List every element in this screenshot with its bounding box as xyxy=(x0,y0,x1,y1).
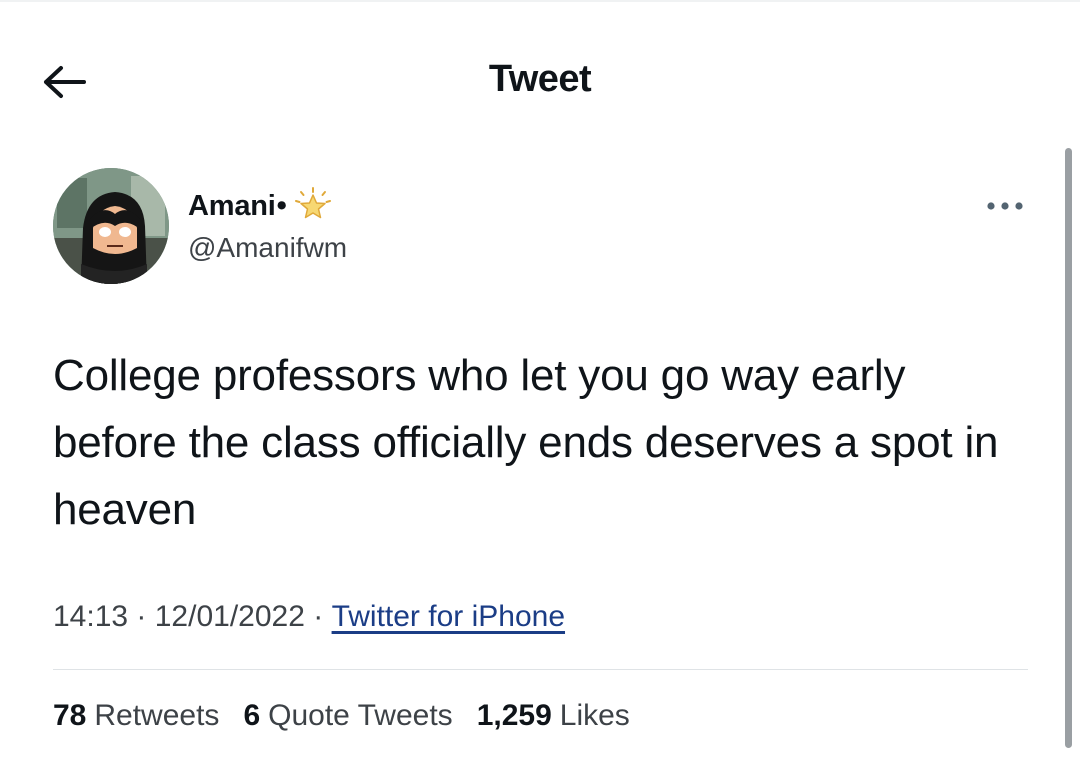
meta-separator: · xyxy=(304,600,332,633)
avatar-image xyxy=(53,168,169,284)
tweet-date: 12/01/2022 xyxy=(154,600,305,633)
quote-tweets-label: Quote Tweets xyxy=(268,699,453,732)
sparkle-star-icon xyxy=(293,186,333,226)
retweets-count: 78 xyxy=(53,699,87,732)
name-suffix: • xyxy=(276,189,287,222)
more-horizontal-icon xyxy=(987,202,1023,210)
tweet-time: 14:13 xyxy=(53,600,129,633)
likes-stat[interactable]: 1,259 Likes xyxy=(477,699,630,733)
tweet-text: College professors who let you go way ea… xyxy=(53,351,999,534)
tweet-stats: 78 Retweets 6 Quote Tweets 1,259 Likes xyxy=(53,699,654,733)
more-options-button[interactable] xyxy=(982,186,1028,226)
meta-separator: · xyxy=(128,600,155,633)
divider xyxy=(53,669,1028,670)
quote-tweets-count: 6 xyxy=(243,699,261,732)
display-name: Amani xyxy=(188,189,276,222)
page-title: Tweet xyxy=(488,58,592,100)
user-handle[interactable]: @Amanifwm xyxy=(188,232,347,264)
likes-count: 1,259 xyxy=(476,699,552,732)
quote-tweets-stat[interactable]: 6 Quote Tweets xyxy=(243,699,452,733)
top-edge-rule xyxy=(0,0,1080,2)
scrollbar[interactable] xyxy=(1065,148,1072,748)
display-name-row[interactable]: Amani • xyxy=(188,186,333,226)
retweets-label: Retweets xyxy=(94,699,220,732)
tweet-meta: 14:13 · 12/01/2022 · Twitter for iPhone xyxy=(53,600,565,634)
likes-label: Likes xyxy=(559,699,630,732)
retweets-stat[interactable]: 78 Retweets xyxy=(53,699,219,733)
tweet-source-link[interactable]: Twitter for iPhone xyxy=(332,600,565,634)
avatar[interactable] xyxy=(53,168,169,284)
